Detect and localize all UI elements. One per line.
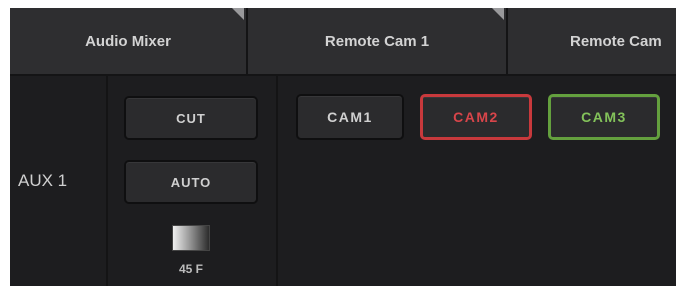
transition-fader[interactable] [172, 225, 210, 251]
tab-corner-marker-icon [232, 8, 244, 20]
switcher-panel: Audio Mixer Remote Cam 1 Remote Cam AUX … [10, 8, 676, 286]
tab-label: Remote Cam [570, 32, 662, 50]
cam3-button[interactable]: CAM3 [548, 94, 660, 140]
tab-bar: Audio Mixer Remote Cam 1 Remote Cam [10, 8, 676, 76]
aux-label-text: AUX 1 [18, 171, 68, 190]
aux-row-label: AUX 1 [10, 76, 108, 286]
cut-button[interactable]: CUT [124, 96, 258, 140]
tab-audio-mixer[interactable]: Audio Mixer [10, 8, 248, 74]
transition-controls: CUT AUTO 45 F [108, 76, 278, 286]
camera-buttons: CAM1 CAM2 CAM3 [278, 76, 676, 286]
auto-button[interactable]: AUTO [124, 160, 258, 204]
tab-label: Audio Mixer [85, 32, 171, 50]
cam2-button[interactable]: CAM2 [420, 94, 532, 140]
tab-remote-cam-2[interactable]: Remote Cam [508, 8, 676, 74]
tab-remote-cam-1[interactable]: Remote Cam 1 [248, 8, 508, 74]
transition-duration: 45 F [178, 262, 203, 276]
cam1-button[interactable]: CAM1 [296, 94, 404, 140]
tab-label: Remote Cam 1 [324, 32, 430, 50]
tab-corner-marker-icon [492, 8, 504, 20]
